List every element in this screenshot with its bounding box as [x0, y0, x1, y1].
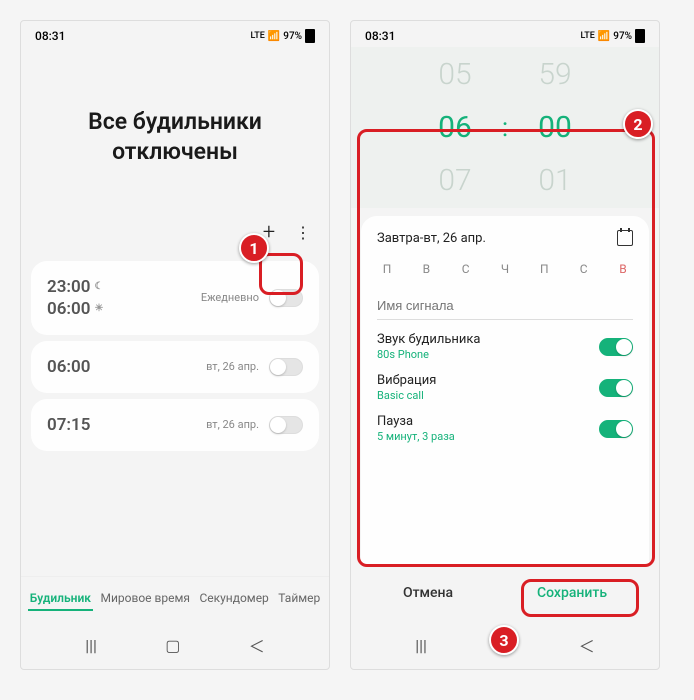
sun-icon: ☀ [94, 303, 103, 314]
alarm-toggle[interactable] [269, 289, 303, 307]
tab-world[interactable]: Мировое время [98, 587, 191, 611]
status-time: 08:31 [35, 29, 65, 43]
alarm-name-input[interactable] [377, 292, 633, 320]
recent-apps-icon[interactable]: ||| [415, 636, 427, 655]
day-mon[interactable]: П [377, 262, 397, 276]
alarm-item[interactable]: 23:00☾ 06:00☀ Ежедневно [31, 261, 319, 335]
screen-alarm-list: 08:31 LTE 📶 97% Все будильники отключены… [20, 20, 330, 670]
battery-icon [635, 29, 645, 43]
day-tue[interactable]: В [416, 262, 436, 276]
alarm-list: 23:00☾ 06:00☀ Ежедневно 06:00 вт, 26 апр… [21, 255, 329, 576]
screen-alarm-edit: 08:31 LTE 📶 97% 05 06 07 : 59 00 01 Завт… [350, 20, 660, 670]
alarm-toggle[interactable] [269, 358, 303, 376]
save-button[interactable]: Сохранить [519, 579, 625, 607]
add-alarm-button[interactable]: + [253, 217, 285, 249]
tab-stopwatch[interactable]: Секундомер [197, 587, 270, 611]
day-fri[interactable]: П [534, 262, 554, 276]
more-icon[interactable]: ⋮ [293, 223, 313, 242]
cancel-button[interactable]: Отмена [385, 579, 471, 607]
battery-icon [305, 29, 315, 43]
calendar-icon[interactable] [617, 230, 633, 246]
status-right: LTE 📶 97% [580, 29, 645, 43]
pause-toggle[interactable] [599, 420, 633, 438]
day-sat[interactable]: С [574, 262, 594, 276]
alarm-toggle[interactable] [269, 416, 303, 434]
home-icon[interactable]: ▢ [165, 636, 180, 655]
vibration-toggle[interactable] [599, 379, 633, 397]
alarm-item[interactable]: 06:00 вт, 26 апр. [31, 341, 319, 393]
pause-row[interactable]: Пауза 5 минут, 3 раза [377, 414, 633, 443]
toolbar: + ⋮ [21, 217, 329, 255]
sound-row[interactable]: Звук будильника 80s Phone [377, 332, 633, 361]
sound-toggle[interactable] [599, 338, 633, 356]
alarm-settings: Завтра-вт, 26 апр. П В С Ч П С В Звук бу… [361, 216, 649, 565]
day-sun[interactable]: В [613, 262, 633, 276]
home-icon[interactable]: ▢ [495, 636, 510, 655]
page-title: Все будильники отключены [21, 47, 329, 217]
back-icon[interactable]: ＜ [579, 633, 595, 657]
status-bar: 08:31 LTE 📶 97% [351, 21, 659, 47]
time-picker[interactable]: 05 06 07 : 59 00 01 [351, 47, 659, 208]
moon-icon: ☾ [94, 281, 103, 292]
alarm-item[interactable]: 07:15 вт, 26 апр. [31, 399, 319, 451]
vibration-row[interactable]: Вибрация Basic call [377, 373, 633, 402]
bottom-buttons: Отмена Сохранить [351, 565, 659, 621]
hour-column[interactable]: 05 06 07 [438, 57, 472, 198]
day-thu[interactable]: Ч [495, 262, 515, 276]
status-right: LTE 📶 97% [250, 29, 315, 43]
recent-apps-icon[interactable]: ||| [85, 636, 97, 655]
day-wed[interactable]: С [456, 262, 476, 276]
weekday-picker: П В С Ч П С В [377, 258, 633, 280]
android-navbar: ||| ▢ ＜ [351, 621, 659, 669]
date-row: Завтра-вт, 26 апр. [377, 230, 633, 246]
android-navbar: ||| ▢ ＜ [21, 621, 329, 669]
status-bar: 08:31 LTE 📶 97% [21, 21, 329, 47]
back-icon[interactable]: ＜ [249, 633, 265, 657]
minute-column[interactable]: 59 00 01 [538, 57, 572, 198]
tab-alarm[interactable]: Будильник [28, 587, 93, 611]
bottom-tabs: Будильник Мировое время Секундомер Тайме… [21, 576, 329, 621]
tab-timer[interactable]: Таймер [276, 587, 322, 611]
status-time: 08:31 [365, 29, 395, 43]
